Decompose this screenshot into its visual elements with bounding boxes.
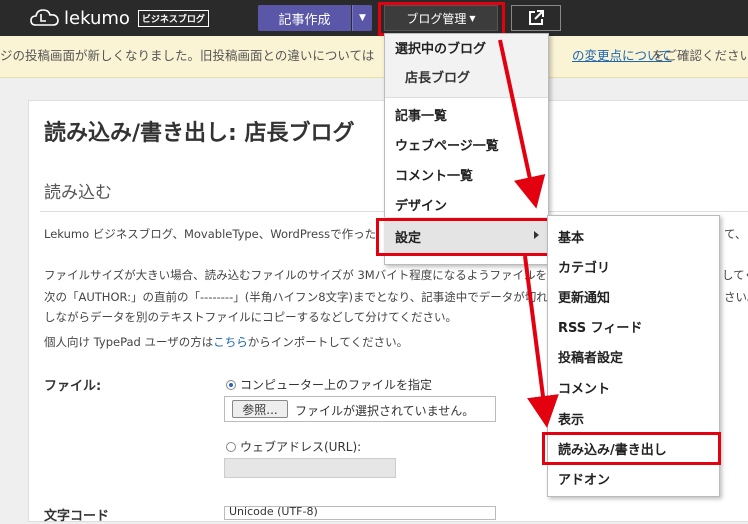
- write-article-button[interactable]: 記事作成: [258, 5, 351, 31]
- para1-text: Lekumo ビジネスブログ、MovableType、WordPressで作った: [44, 227, 377, 241]
- para2-text-b: バイト程度になるようファイルを: [374, 268, 547, 282]
- logo-text: lekumo: [64, 7, 130, 29]
- cloud-logo-icon: [30, 9, 59, 26]
- radio-computer-label: コンピューター上のファイルを指定: [240, 378, 433, 392]
- typepad-link[interactable]: こちら: [213, 335, 248, 349]
- url-input[interactable]: [224, 458, 396, 478]
- browse-button[interactable]: 参照...: [232, 400, 288, 418]
- notice-text-after: をご確認ください。: [652, 48, 748, 63]
- radio-url[interactable]: [226, 442, 236, 452]
- write-article-dropdown-button[interactable]: ▼: [352, 5, 372, 31]
- menu-item-design[interactable]: デザイン: [395, 195, 447, 214]
- import-description-line2: ファイルサイズが大きい場合、読み込むファイルのサイズが 3Mバイト程度になるよう…: [44, 267, 547, 283]
- submenu-item-comment[interactable]: コメント: [558, 378, 610, 397]
- menu-item-articles[interactable]: 記事一覧: [395, 105, 447, 124]
- highlight-box-import-export: [542, 432, 721, 465]
- highlight-box-settings: [376, 218, 555, 256]
- caret-down-icon: ▼: [359, 13, 366, 23]
- submenu-item-update-ping[interactable]: 更新通知: [558, 287, 610, 306]
- highlight-box-blog-management: [378, 2, 505, 36]
- submenu-item-display[interactable]: 表示: [558, 409, 584, 428]
- import-description-line2-end: してく: [722, 268, 748, 282]
- para2-text-a: ファイルサイズが大きい場合、読み込むファイルのサイズが 3M: [44, 268, 375, 282]
- submenu-item-basic[interactable]: 基本: [558, 227, 584, 246]
- encoding-label: 文字コード: [44, 509, 110, 524]
- page-title: 読み込み/書き出し: 店長ブログ: [44, 121, 355, 146]
- external-link-icon: [529, 10, 544, 25]
- file-label: ファイル:: [44, 379, 102, 394]
- section-title-import: 読み込む: [44, 183, 112, 203]
- typepad-text: 個人向け TypePad ユーザの方は: [44, 335, 214, 349]
- submenu-item-category[interactable]: カテゴリ: [558, 257, 610, 276]
- typepad-note: 個人向け TypePad ユーザの方はこちらからインポートしてください。: [44, 334, 408, 350]
- import-description-line4: しながらデータを別のテキストファイルにコピーするなどして分けてください。: [44, 310, 457, 324]
- menu-current-blog[interactable]: 店長ブログ: [405, 67, 470, 86]
- radio-computer-file[interactable]: [226, 380, 236, 390]
- import-description-line1: Lekumo ビジネスブログ、MovableType、WordPressで作った: [44, 226, 376, 242]
- logo-badge: ビジネスブログ: [137, 9, 209, 27]
- submenu-item-rss[interactable]: RSS フィード: [558, 317, 642, 336]
- menu-item-comments[interactable]: コメント一覧: [395, 165, 473, 184]
- notice-bar: ジの投稿画面が新しくなりました。旧投稿画面との違いについては 新し の変更点につ…: [0, 36, 748, 78]
- submenu-item-author-settings[interactable]: 投稿者設定: [558, 347, 623, 366]
- menu-item-webpages[interactable]: ウェブページ一覧: [395, 135, 499, 154]
- encoding-select[interactable]: Unicode (UTF-8): [224, 505, 496, 520]
- logo[interactable]: lekumo ビジネスブログ: [30, 6, 209, 30]
- typepad-text-after: からインポートしてください。: [247, 335, 409, 349]
- radio-url-label: ウェブアドレス(URL):: [240, 440, 362, 454]
- import-description-line3-end: さい。ファ: [724, 290, 748, 304]
- import-description-line3: 次の「AUTHOR:」の直前の「--------」(半角ハイフン8文字)までとな…: [44, 290, 548, 304]
- file-status: ファイルが選択されていません。: [295, 404, 475, 418]
- import-description-line1-end: て、「: [724, 227, 748, 241]
- submenu-item-addon[interactable]: アドオン: [558, 469, 610, 488]
- menu-selected-blog-label: 選択中のブログ: [395, 42, 487, 57]
- encoding-value: Unicode (UTF-8): [229, 505, 318, 518]
- external-link-button[interactable]: [511, 5, 561, 31]
- notice-text: ジの投稿画面が新しくなりました。旧投稿画面との違いについては: [0, 48, 375, 63]
